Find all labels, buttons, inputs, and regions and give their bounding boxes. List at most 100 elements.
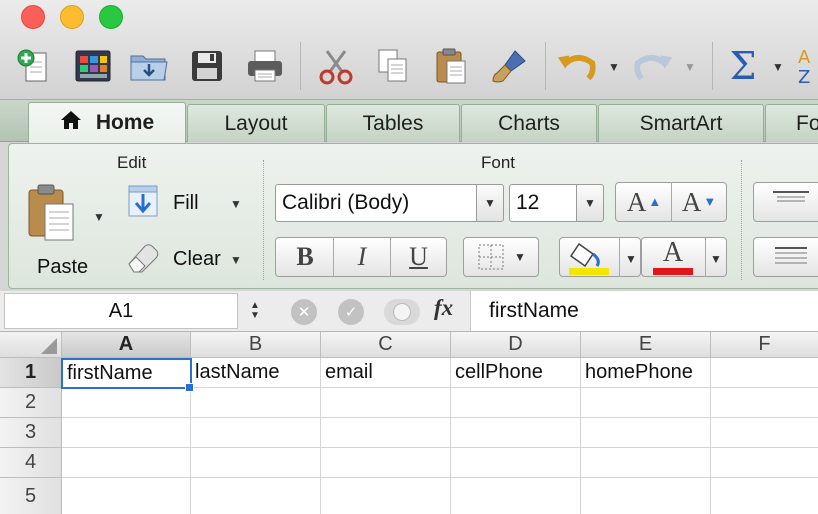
sort-icon[interactable]: A Z	[796, 45, 818, 87]
name-box[interactable]: A1	[4, 293, 238, 329]
cell-a1[interactable]: firstName	[61, 358, 192, 389]
tab-layout[interactable]: Layout	[187, 104, 325, 142]
italic-button[interactable]: I	[334, 239, 390, 275]
paste-icon[interactable]	[430, 45, 472, 87]
cancel-entry-icon[interactable]: ✕	[291, 299, 317, 325]
cell-d1[interactable]: cellPhone	[451, 358, 581, 388]
cell[interactable]	[451, 418, 581, 448]
cell[interactable]	[62, 388, 191, 418]
cell-e1[interactable]: homePhone	[581, 358, 711, 388]
fill-handle[interactable]	[185, 383, 194, 392]
tab-formulas[interactable]: Fo	[765, 104, 818, 142]
cell[interactable]	[62, 478, 191, 514]
open-icon[interactable]	[128, 45, 170, 87]
new-workbook-icon[interactable]	[12, 45, 54, 87]
font-size-dropdown[interactable]: ▼	[576, 184, 604, 222]
zoom-window-button[interactable]	[99, 5, 123, 29]
font-size-field[interactable]: 12	[509, 184, 577, 222]
tab-charts[interactable]: Charts	[461, 104, 597, 142]
borders-dropdown-caret[interactable]: ▼	[514, 250, 526, 264]
cell[interactable]	[321, 418, 451, 448]
column-header-d[interactable]: D	[451, 332, 581, 358]
cell[interactable]	[451, 478, 581, 514]
cell[interactable]	[581, 388, 711, 418]
fill-button[interactable]: Fill	[173, 192, 199, 215]
fill-dropdown-caret[interactable]: ▼	[230, 197, 242, 211]
row-header-5[interactable]: 5	[0, 478, 62, 514]
clear-button[interactable]: Clear	[173, 248, 221, 271]
clear-dropdown-caret[interactable]: ▼	[230, 253, 242, 267]
font-name-field[interactable]: Calibri (Body)	[275, 184, 477, 222]
cut-icon[interactable]	[315, 45, 357, 87]
column-header-f[interactable]: F	[711, 332, 818, 358]
formula-input[interactable]: firstName	[470, 291, 818, 331]
font-color-button[interactable]: A	[645, 239, 701, 277]
row-header-4[interactable]: 4	[0, 448, 62, 478]
redo-icon[interactable]	[632, 45, 674, 87]
cell[interactable]	[191, 448, 321, 478]
cell[interactable]	[581, 478, 711, 514]
cell[interactable]	[451, 448, 581, 478]
font-name-dropdown[interactable]: ▼	[476, 184, 504, 222]
name-box-stepper[interactable]: ▲ ▼	[241, 295, 269, 327]
paste-large-icon[interactable]	[25, 182, 81, 251]
tab-tables[interactable]: Tables	[326, 104, 460, 142]
grow-font-button[interactable]: A ▲	[617, 184, 671, 220]
font-color-dropdown-caret[interactable]: ▼	[710, 252, 722, 266]
cell[interactable]	[581, 418, 711, 448]
column-header-c[interactable]: C	[321, 332, 451, 358]
close-window-button[interactable]	[21, 5, 45, 29]
paste-dropdown-caret[interactable]: ▼	[93, 210, 105, 224]
row-header-3[interactable]: 3	[0, 418, 62, 448]
cell[interactable]	[711, 388, 818, 418]
cell[interactable]	[191, 478, 321, 514]
tab-smartart[interactable]: SmartArt	[598, 104, 764, 142]
save-icon[interactable]	[186, 45, 228, 87]
minimize-window-button[interactable]	[60, 5, 84, 29]
align-left-button[interactable]	[753, 237, 818, 277]
bold-button[interactable]: B	[277, 239, 333, 275]
column-header-a[interactable]: A	[62, 332, 191, 358]
tab-home[interactable]: Home	[28, 102, 186, 143]
cell[interactable]	[321, 388, 451, 418]
cell[interactable]	[711, 418, 818, 448]
row-header-2[interactable]: 2	[0, 388, 62, 418]
print-icon[interactable]	[244, 45, 286, 87]
cell[interactable]	[321, 478, 451, 514]
copy-icon[interactable]	[372, 45, 414, 87]
autosum-icon[interactable]: Σ	[722, 44, 764, 88]
row-header-1[interactable]: 1	[0, 358, 62, 388]
align-top-button[interactable]	[753, 182, 818, 222]
paste-button[interactable]: Paste	[37, 256, 88, 279]
cell[interactable]	[321, 448, 451, 478]
cell[interactable]	[62, 448, 191, 478]
cell-f1[interactable]	[711, 358, 818, 388]
cell-b1[interactable]: lastName	[191, 358, 321, 388]
format-painter-icon[interactable]	[488, 45, 530, 87]
select-all-button[interactable]	[0, 332, 62, 358]
cell-c1[interactable]: email	[321, 358, 451, 388]
eraser-icon[interactable]	[125, 240, 161, 279]
cell[interactable]	[711, 448, 818, 478]
redo-dropdown-caret[interactable]: ▼	[684, 60, 696, 74]
column-header-b[interactable]: B	[191, 332, 321, 358]
autosum-dropdown-caret[interactable]: ▼	[772, 60, 784, 74]
cell[interactable]	[451, 388, 581, 418]
cell[interactable]	[581, 448, 711, 478]
underline-button[interactable]: U	[391, 239, 446, 275]
borders-button[interactable]: ▼	[463, 237, 539, 277]
formula-builder-toggle[interactable]	[384, 299, 420, 325]
undo-icon[interactable]	[556, 45, 598, 87]
cell[interactable]	[62, 418, 191, 448]
column-header-e[interactable]: E	[581, 332, 711, 358]
cell[interactable]	[191, 418, 321, 448]
shrink-font-button[interactable]: A ▼	[672, 184, 726, 220]
highlight-dropdown-caret[interactable]: ▼	[625, 252, 637, 266]
undo-dropdown-caret[interactable]: ▼	[608, 60, 620, 74]
templates-icon[interactable]	[72, 45, 114, 87]
cell[interactable]	[191, 388, 321, 418]
fill-icon[interactable]	[127, 184, 159, 223]
cell[interactable]	[711, 478, 818, 514]
highlight-color-icon[interactable]	[565, 240, 611, 281]
insert-function-button[interactable]: fx	[434, 295, 453, 321]
